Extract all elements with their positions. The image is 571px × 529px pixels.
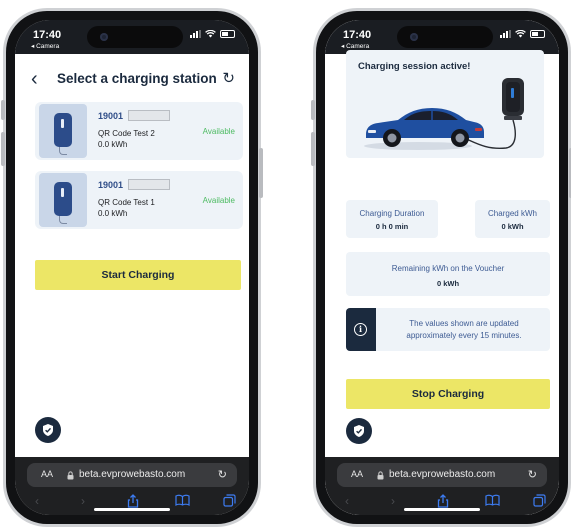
wifi-icon (515, 30, 526, 38)
station-status: Available (202, 196, 235, 205)
refresh-icon[interactable]: ↻ (222, 69, 235, 87)
shield-icon (43, 424, 53, 436)
forward-arrow-icon[interactable]: › (391, 494, 395, 508)
battery-icon (220, 30, 235, 38)
duration-value: 0 h 0 min (375, 222, 409, 231)
forward-arrow-icon[interactable]: › (81, 494, 85, 508)
page-title: Select a charging station (57, 71, 217, 86)
update-info-card: i The values shown are updated approxima… (346, 308, 550, 351)
bookmarks-icon[interactable] (485, 494, 500, 506)
screen-left: 17:40 ◂ Camera ‹ Select a charging stati… (15, 20, 249, 515)
remaining-label: Remaining kWh on the Voucher (391, 264, 505, 273)
status-icons (190, 29, 235, 39)
phone-right: Charging session active! 17:40 ◂ Camera … (311, 8, 571, 527)
status-bar: 17:40 ◂ Camera (15, 20, 249, 54)
side-button (259, 148, 263, 198)
shield-icon (354, 425, 364, 437)
status-time: 17:40 (33, 29, 62, 41)
battery-icon (530, 30, 545, 38)
phone-bezel: 17:40 ◂ Camera ‹ Select a charging stati… (6, 11, 258, 524)
charger-thumbnail (39, 104, 87, 158)
dynamic-island (87, 26, 183, 48)
station-energy: 0.0 kWh (98, 140, 128, 149)
info-icon-panel: i (346, 308, 376, 351)
shield-button[interactable] (35, 417, 61, 443)
address-bar[interactable]: AA beta.evprowebasto.com ↻ (27, 463, 237, 487)
safari-toolbar: AA beta.evprowebasto.com ↻ ‹ › (15, 457, 249, 515)
session-hero-card: Charging session active! (346, 50, 544, 158)
lock-icon (67, 471, 74, 480)
signal-icon (500, 30, 511, 38)
url-text: beta.evprowebasto.com (389, 469, 496, 480)
back-arrow-icon[interactable]: ‹ (345, 494, 349, 508)
phone-bezel: Charging session active! 17:40 ◂ Camera … (316, 11, 568, 524)
signal-icon (190, 30, 201, 38)
safari-toolbar: AA beta.evprowebasto.com ↻ ‹ › (325, 457, 559, 515)
reload-icon[interactable]: ↻ (528, 468, 537, 481)
charged-card: Charged kWh 0 kWh (475, 200, 550, 238)
station-id: 19001 (98, 180, 124, 190)
share-icon[interactable] (437, 494, 449, 508)
dynamic-island (397, 26, 493, 48)
chevron-left-icon[interactable]: ‹ (31, 68, 38, 91)
station-id: 19001 (98, 111, 124, 121)
status-time: 17:40 (343, 29, 372, 41)
side-button (1, 100, 5, 120)
home-indicator (404, 508, 480, 511)
start-charging-button[interactable]: Start Charging (35, 260, 241, 290)
home-indicator (94, 508, 170, 511)
lock-icon (377, 471, 384, 480)
back-arrow-icon[interactable]: ‹ (35, 494, 39, 508)
station-card[interactable]: 19001 QR Code Test 1 0.0 kWh Available (35, 171, 243, 229)
share-icon[interactable] (127, 494, 139, 508)
duration-card: Charging Duration 0 h 0 min (346, 200, 438, 238)
remaining-value: 0 kWh (436, 279, 460, 288)
charged-value: 0 kWh (501, 222, 524, 231)
reload-icon[interactable]: ↻ (218, 468, 227, 481)
redacted-id-suffix (128, 110, 170, 121)
camera-icon (410, 33, 418, 41)
back-to-camera-link[interactable]: ◂ Camera (341, 42, 369, 50)
text-size-button[interactable]: AA (41, 469, 53, 479)
screen-right: Charging session active! 17:40 ◂ Camera … (325, 20, 559, 515)
text-size-button[interactable]: AA (351, 469, 363, 479)
redacted-id-suffix (128, 179, 170, 190)
station-name: QR Code Test 2 (98, 129, 155, 138)
camera-icon (100, 33, 108, 41)
info-icon: i (354, 323, 367, 336)
back-to-camera-link[interactable]: ◂ Camera (31, 42, 59, 50)
duration-label: Charging Duration (359, 209, 425, 218)
bookmarks-icon[interactable] (175, 494, 190, 506)
station-status: Available (202, 127, 235, 136)
charger-thumbnail (39, 173, 87, 227)
phone-left: 17:40 ◂ Camera ‹ Select a charging stati… (1, 8, 263, 527)
page-header: ‹ Select a charging station ↻ (15, 64, 249, 94)
address-bar[interactable]: AA beta.evprowebasto.com ↻ (337, 463, 547, 487)
update-note: The values shown are updated approximate… (406, 319, 522, 340)
car-charging-illustration (364, 78, 524, 150)
shield-button[interactable] (346, 418, 372, 444)
side-button (311, 100, 315, 120)
status-icons (500, 29, 545, 39)
station-name: QR Code Test 1 (98, 198, 155, 207)
status-bar: 17:40 ◂ Camera (325, 20, 559, 54)
side-button (311, 132, 315, 166)
tabs-icon[interactable] (533, 494, 546, 507)
wifi-icon (205, 30, 216, 38)
side-button (1, 132, 5, 166)
url-text: beta.evprowebasto.com (79, 469, 186, 480)
stop-charging-button[interactable]: Stop Charging (346, 379, 550, 409)
station-card[interactable]: 19001 QR Code Test 2 0.0 kWh Available (35, 102, 243, 160)
tabs-icon[interactable] (223, 494, 236, 507)
charged-label: Charged kWh (488, 209, 537, 218)
remaining-card: Remaining kWh on the Voucher 0 kWh (346, 252, 550, 296)
station-energy: 0.0 kWh (98, 209, 128, 218)
